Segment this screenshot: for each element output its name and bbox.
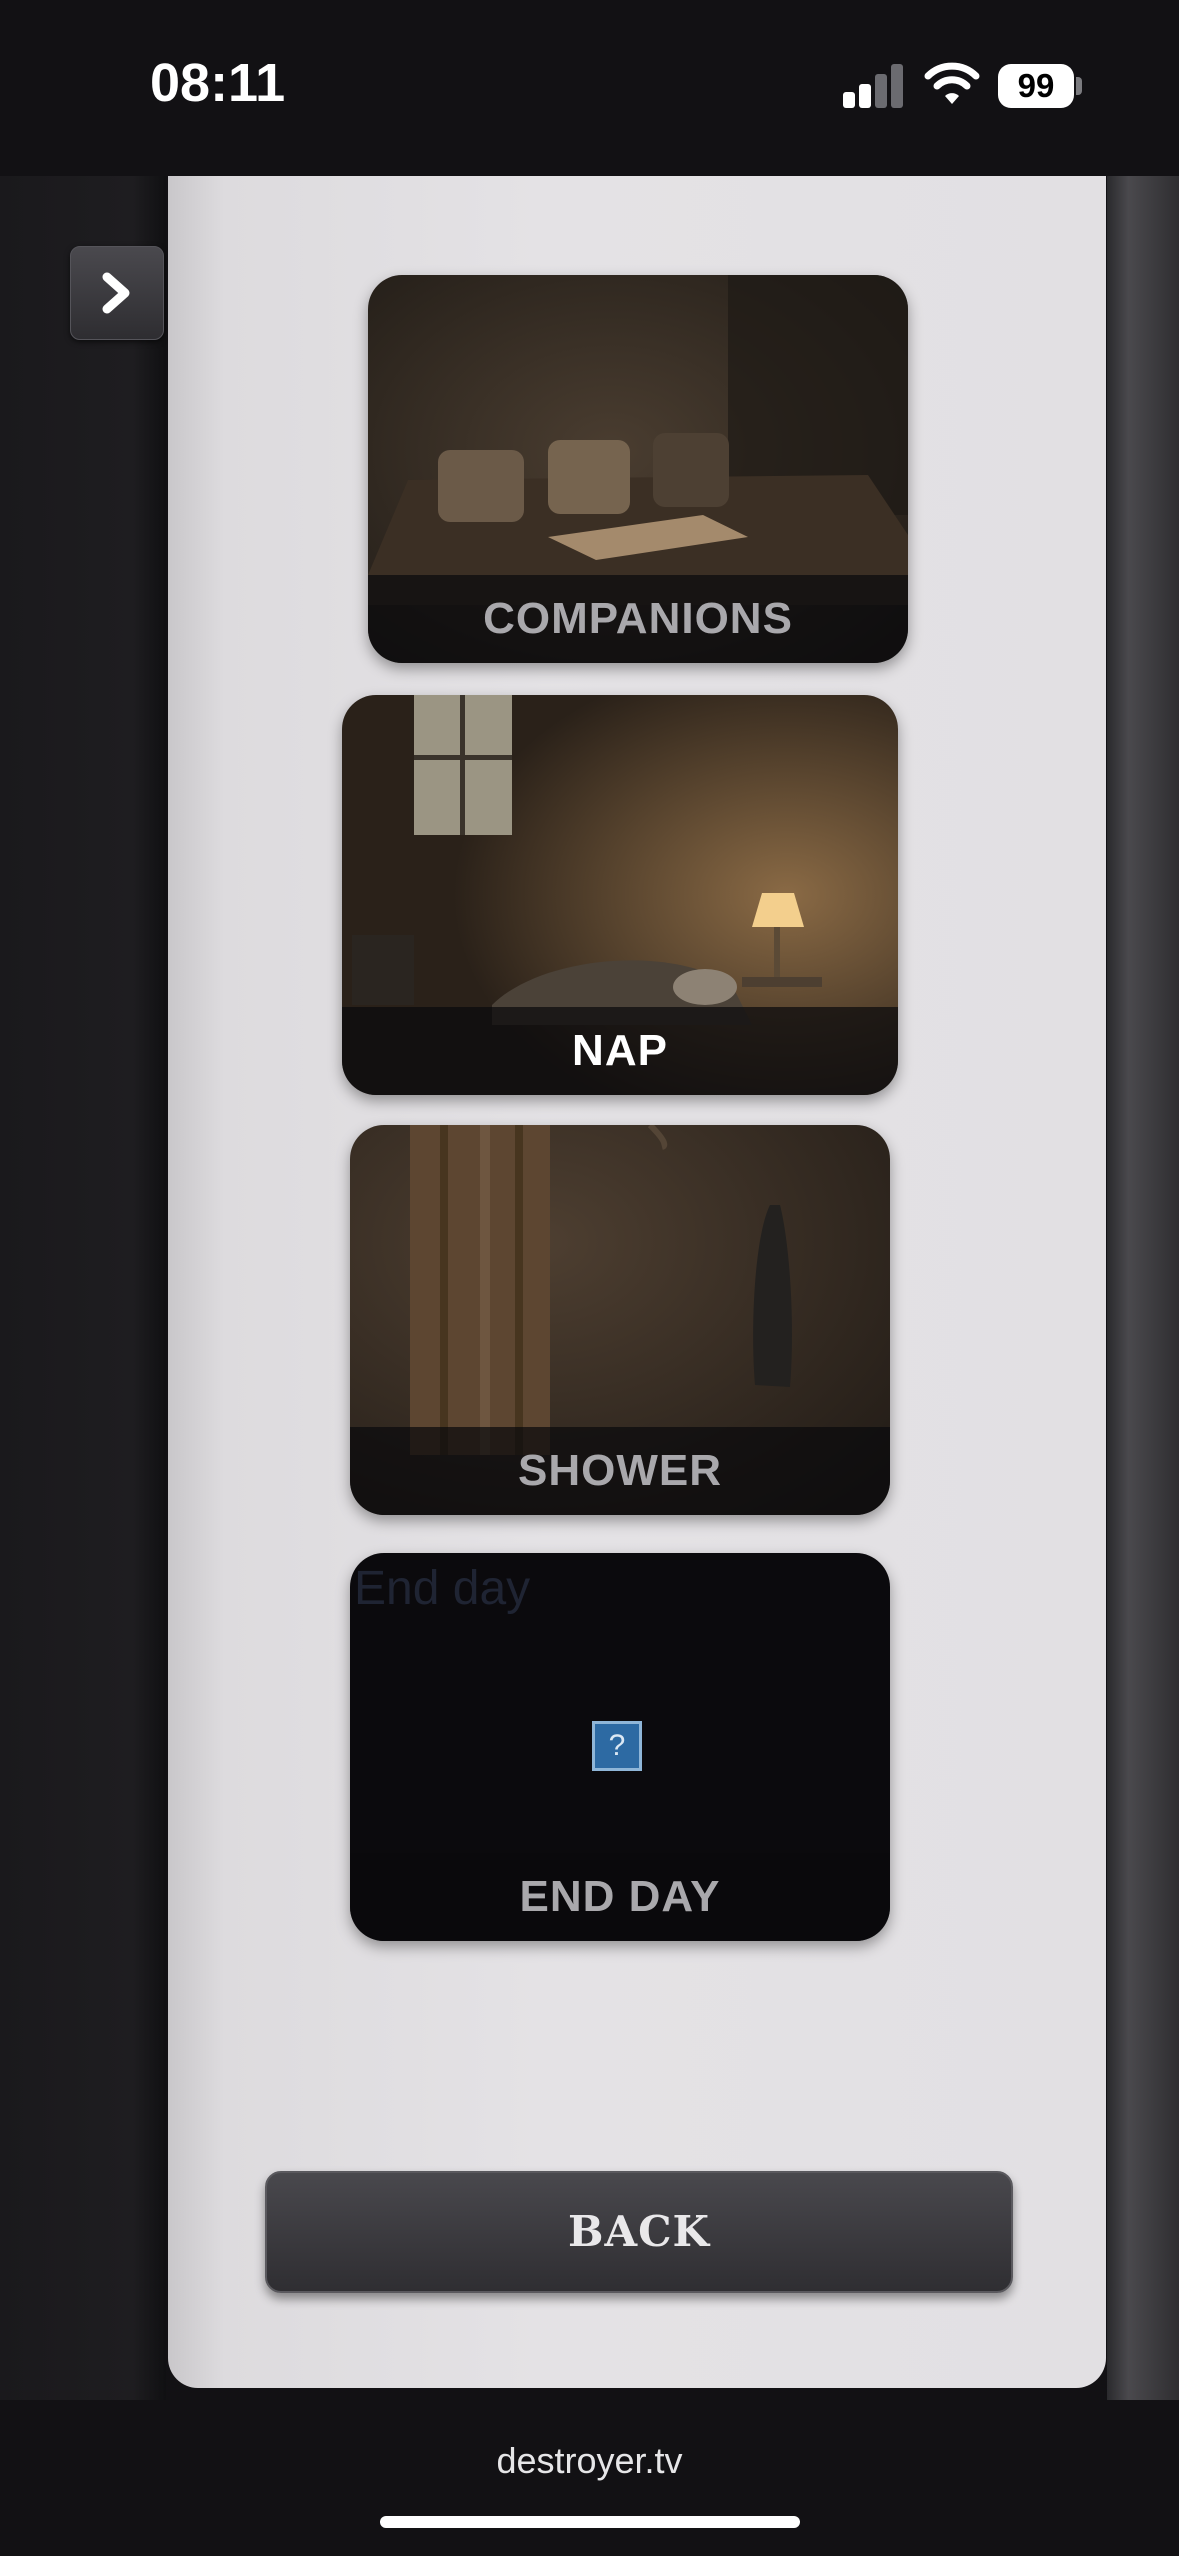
card-label: SHOWER bbox=[350, 1427, 890, 1515]
card-label: END DAY bbox=[350, 1853, 890, 1941]
clock: 08:11 bbox=[150, 53, 286, 113]
back-button[interactable]: BACK bbox=[265, 2171, 1013, 2293]
home-indicator[interactable] bbox=[380, 2516, 800, 2528]
shower-card[interactable]: SHOWER bbox=[350, 1125, 890, 1515]
card-label: NAP bbox=[342, 1007, 898, 1095]
image-alt-text: End day bbox=[354, 1562, 531, 1615]
broken-image-icon: ? bbox=[592, 1721, 642, 1771]
status-bar: 08:11 99 bbox=[0, 0, 1179, 176]
chevron-right-icon bbox=[102, 272, 130, 314]
companions-card[interactable]: COMPANIONS bbox=[368, 275, 908, 663]
left-side-panel bbox=[0, 176, 166, 2400]
end-day-card[interactable]: End day ? END DAY bbox=[350, 1553, 890, 1941]
card-label: COMPANIONS bbox=[368, 575, 908, 663]
url-label[interactable]: destroyer.tv bbox=[0, 2440, 1179, 2482]
battery-nub bbox=[1076, 77, 1082, 95]
nap-card[interactable]: NAP bbox=[342, 695, 898, 1095]
expand-sidebar-button[interactable] bbox=[70, 246, 164, 340]
battery-icon: 99 bbox=[998, 64, 1074, 108]
right-side-panel bbox=[1107, 176, 1179, 2400]
cellular-signal-icon bbox=[843, 64, 905, 108]
wifi-icon bbox=[924, 62, 980, 104]
